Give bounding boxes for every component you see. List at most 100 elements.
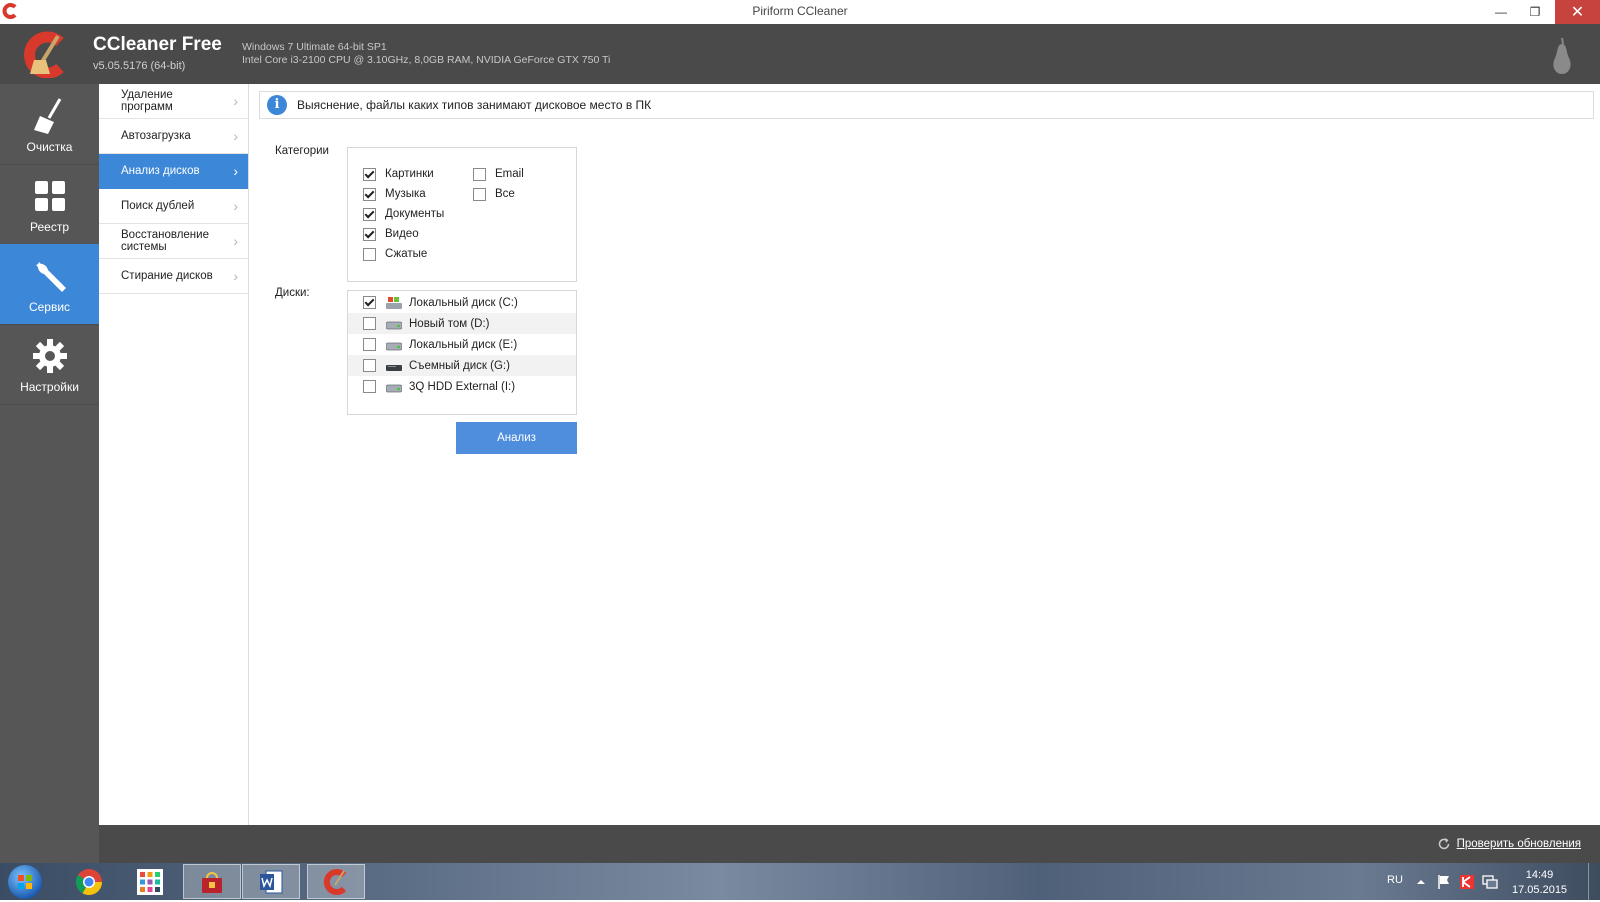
checkbox[interactable]	[363, 187, 376, 201]
checkbox[interactable]	[363, 227, 376, 241]
disk-label: Новый том (D:)	[409, 317, 490, 330]
disk-row-g[interactable]: Съемный диск (G:)	[348, 355, 576, 376]
windows-logo-icon	[18, 875, 32, 889]
close-button[interactable]: ✕	[1555, 0, 1600, 24]
network-icon[interactable]	[1482, 874, 1498, 890]
grid-icon	[35, 181, 65, 211]
system-drive-icon	[386, 296, 402, 309]
category-images[interactable]: Картинки	[363, 165, 434, 183]
wrench-icon	[36, 262, 66, 292]
analyze-button[interactable]: Анализ	[456, 422, 577, 454]
chevron-right-icon: ›	[233, 93, 238, 109]
subnav-item-system-restore[interactable]: Восстановление системы ›	[99, 224, 248, 259]
checkbox[interactable]	[363, 207, 376, 221]
disk-row-d[interactable]: Новый том (D:)	[348, 313, 576, 334]
chevron-right-icon: ›	[233, 163, 238, 179]
categories-box: Картинки Музыка Документы Видео Сжатые E…	[347, 147, 577, 282]
category-label: Email	[495, 168, 524, 180]
ccleaner-logo-icon	[24, 31, 64, 78]
maximize-icon: ❐	[1529, 5, 1541, 19]
chevron-right-icon: ›	[233, 233, 238, 249]
minimize-button[interactable]: —	[1484, 0, 1518, 24]
subnav-label: Анализ дисков	[121, 165, 200, 177]
checkbox[interactable]	[363, 247, 376, 261]
checkbox[interactable]	[363, 317, 376, 330]
category-all[interactable]: Все	[473, 185, 515, 203]
category-label: Видео	[385, 228, 419, 240]
category-documents[interactable]: Документы	[363, 205, 444, 223]
window-titlebar: Piriform CCleaner — ❐ ✕	[0, 0, 1600, 24]
app-name: CCleaner Free	[93, 34, 222, 55]
disk-label: Локальный диск (C:)	[409, 296, 518, 309]
category-music[interactable]: Музыка	[363, 185, 426, 203]
disk-row-c[interactable]: Локальный диск (C:)	[348, 292, 576, 313]
maximize-button[interactable]: ❐	[1518, 0, 1552, 24]
app-version: v5.05.5176 (64-bit)	[93, 60, 186, 72]
action-center-flag-icon[interactable]	[1436, 874, 1452, 890]
subnav-item-duplicate-finder[interactable]: Поиск дублей ›	[99, 189, 248, 224]
broom-icon	[34, 98, 62, 134]
ccleaner-icon	[323, 868, 347, 895]
gear-icon	[33, 339, 67, 373]
window-title: Piriform CCleaner	[752, 4, 848, 18]
subnav-item-disk-analyzer[interactable]: Анализ дисков ›	[99, 154, 248, 189]
subnav-item-uninstall[interactable]: Удаление программ ›	[99, 84, 248, 119]
chevron-right-icon: ›	[233, 128, 238, 144]
taskbar-store[interactable]	[183, 864, 241, 899]
taskbar-chrome[interactable]	[60, 864, 118, 899]
removable-drive-icon	[386, 364, 402, 371]
info-text: Выяснение, файлы каких типов занимают ди…	[297, 98, 652, 112]
tray-arrow-icon[interactable]	[1416, 877, 1426, 887]
disk-analyzer-panel: i Выяснение, файлы каких типов занимают …	[249, 84, 1600, 825]
checkbox[interactable]	[363, 380, 376, 393]
nav-label: Сервис	[28, 300, 71, 314]
nav-item-registry[interactable]: Реестр	[0, 164, 99, 245]
checkbox[interactable]	[473, 187, 486, 201]
info-bar: i Выяснение, файлы каких типов занимают …	[259, 91, 1594, 119]
taskbar-word[interactable]	[242, 864, 300, 899]
clock[interactable]: 14:49 17.05.2015	[1512, 868, 1567, 898]
start-button[interactable]	[8, 865, 42, 899]
subnav-label: Автозагрузка	[121, 130, 191, 142]
checkbox[interactable]	[363, 359, 376, 372]
subnav-label: Удаление программ	[121, 89, 173, 113]
category-compressed[interactable]: Сжатые	[363, 245, 427, 263]
disk-row-e[interactable]: Локальный диск (E:)	[348, 334, 576, 355]
checkbox[interactable]	[363, 338, 376, 351]
nav-item-settings[interactable]: Настройки	[0, 324, 99, 405]
category-video[interactable]: Видео	[363, 225, 419, 243]
nav-item-cleaner[interactable]: Очистка	[0, 84, 99, 165]
app-footer: Проверить обновления	[99, 825, 1600, 863]
checkbox[interactable]	[473, 167, 486, 181]
nav-label: Очистка	[26, 140, 73, 154]
disk-row-i[interactable]: 3Q HDD External (I:)	[348, 376, 576, 397]
category-label: Документы	[385, 208, 445, 220]
antivirus-icon[interactable]	[1459, 874, 1475, 890]
nav-label: Реестр	[30, 220, 69, 234]
subnav-item-startup[interactable]: Автозагрузка ›	[99, 119, 248, 154]
hard-drive-icon	[386, 384, 402, 392]
category-label: Сжатые	[385, 248, 428, 260]
category-email[interactable]: Email	[473, 165, 524, 183]
checkbox[interactable]	[363, 296, 376, 309]
app-header: CCleaner Free v5.05.5176 (64-bit) Window…	[0, 24, 1600, 84]
language-indicator[interactable]: RU	[1387, 874, 1403, 886]
checkbox[interactable]	[363, 167, 376, 181]
main-nav: Очистка Реестр Сервис Настройки	[0, 84, 99, 863]
show-desktop-button[interactable]	[1588, 863, 1600, 900]
apps-grid-icon	[137, 868, 163, 895]
shopping-bag-icon	[202, 871, 222, 893]
check-updates-link[interactable]: Проверить обновления	[1437, 837, 1581, 851]
pear-logo-icon	[1553, 37, 1571, 74]
taskbar-apps[interactable]	[121, 864, 179, 899]
refresh-icon	[1438, 838, 1449, 850]
clock-date: 17.05.2015	[1512, 884, 1568, 896]
word-icon	[260, 870, 283, 893]
subnav-label: Восстановление системы	[121, 229, 209, 253]
subnav-item-drive-wiper[interactable]: Стирание дисков ›	[99, 259, 248, 294]
category-label: Музыка	[385, 188, 426, 200]
hardware-info: Intel Core i3-2100 CPU @ 3.10GHz, 8,0GB …	[242, 54, 611, 66]
taskbar-ccleaner[interactable]	[307, 864, 365, 899]
nav-item-tools[interactable]: Сервис	[0, 244, 99, 325]
hard-drive-icon	[386, 321, 402, 329]
